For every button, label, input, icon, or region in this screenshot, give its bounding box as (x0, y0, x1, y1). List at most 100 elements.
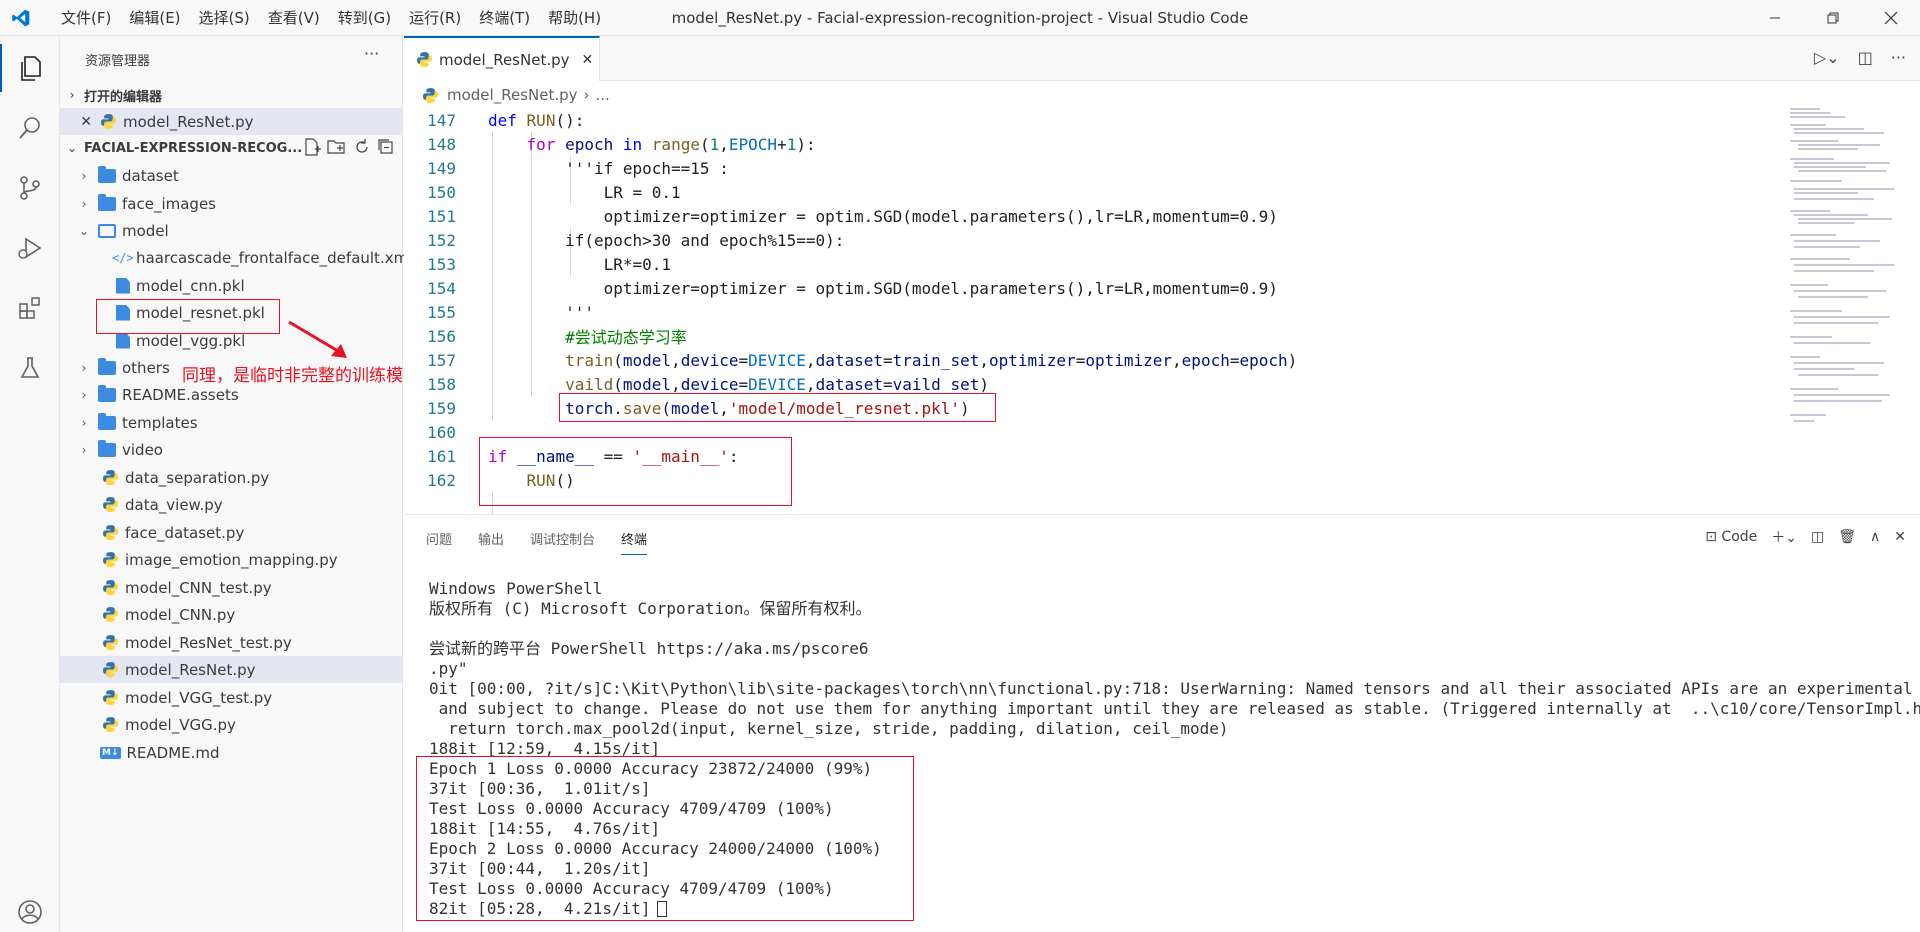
files-icon (21, 56, 41, 81)
tree-file-model-resnet-test[interactable]: model_ResNet_test.py (60, 629, 403, 656)
menu-selection[interactable]: 选择(S) (190, 0, 259, 36)
tab-output[interactable]: 输出 (478, 529, 504, 555)
close-panel-icon[interactable]: ✕ (1894, 529, 1906, 545)
breadcrumb-file[interactable]: model_ResNet.py (447, 86, 578, 104)
terminal-line: 版权所有 (C) Microsoft Corporation。保留所有权利。 (429, 599, 872, 618)
tree-file-haarcascade[interactable]: </> haarcascade_frontalface_default.xml (60, 244, 412, 271)
more-actions-icon[interactable]: ··· (364, 44, 379, 63)
close-tab-icon[interactable]: ✕ (582, 52, 594, 68)
folder-open-icon (98, 223, 116, 238)
accounts-activity[interactable] (0, 888, 60, 932)
run-debug-activity[interactable] (0, 224, 60, 272)
menu-help[interactable]: 帮助(H) (539, 0, 610, 36)
highlight-box-torch-save (559, 393, 996, 422)
tab-model-resnet[interactable]: model_ResNet.py ✕ (404, 36, 600, 81)
terminal-kind[interactable]: ⊡ Code (1705, 529, 1757, 545)
explorer-sidebar: 资源管理器 ··· › 打开的编辑器 ✕ model_ResNet.py ⌄ F… (60, 36, 412, 932)
close-icon[interactable]: ✕ (60, 114, 92, 130)
tab-problems[interactable]: 问题 (426, 529, 452, 555)
menu-terminal[interactable]: 终端(T) (470, 0, 539, 36)
chevron-right-icon: › (81, 196, 87, 211)
python-file-icon (101, 114, 116, 129)
chevron-right-icon: › (81, 387, 87, 402)
python-file-icon (103, 717, 118, 732)
chevron-down-icon: ⌄ (78, 223, 90, 238)
extensions-icon (19, 297, 40, 319)
python-file-icon (103, 662, 118, 677)
menu-go[interactable]: 转到(G) (329, 0, 400, 36)
split-editor-icon[interactable]: ◫ (1858, 48, 1873, 67)
python-file-icon (103, 580, 118, 595)
chevron-right-icon: › (81, 360, 87, 375)
more-actions-icon[interactable]: ··· (1891, 48, 1906, 67)
code-line: 153 LR*=0.1 (427, 254, 672, 274)
bottom-panel: 问题 输出 调试控制台 终端 ⊡ Code ＋⌄ ◫ 🗑 ∧ ✕ Windows… (404, 514, 1920, 932)
tree-file-model-cnn[interactable]: model_CNN.py (60, 601, 403, 628)
collapse-all-icon[interactable] (377, 138, 395, 156)
tab-debug-console[interactable]: 调试控制台 (530, 529, 595, 555)
tab-terminal[interactable]: 终端 (621, 529, 648, 555)
folder-icon (98, 357, 116, 375)
minimap[interactable] (1788, 106, 1906, 436)
tree-folder-templates[interactable]: › templates (60, 409, 403, 436)
testing-activity[interactable] (0, 344, 60, 392)
tree-folder-video[interactable]: › video (60, 436, 403, 463)
highlight-box-training-output (416, 756, 914, 921)
folder-icon (98, 165, 116, 183)
annotation-arrow-icon (288, 320, 347, 358)
code-line: 155 ''' (427, 302, 594, 322)
terminal-icon: ⊡ (1705, 529, 1717, 545)
open-editors-header[interactable]: › 打开的编辑器 (60, 82, 403, 108)
trash-icon[interactable]: 🗑 (1838, 529, 1856, 545)
tree-file-model-cnn-pkl[interactable]: model_cnn.pkl (60, 272, 403, 299)
tree-file-readme[interactable]: M↓ README.md (60, 739, 403, 766)
run-icon[interactable]: ▷⌄ (1814, 48, 1840, 67)
tree-file-image-emotion-mapping[interactable]: image_emotion_mapping.py (60, 546, 403, 573)
source-control-activity[interactable] (0, 164, 60, 212)
search-activity[interactable] (0, 104, 60, 152)
menu-view[interactable]: 查看(V) (259, 0, 329, 36)
python-file-icon (103, 470, 118, 485)
code-editor[interactable]: 147 def RUN(): 148 for epoch in range(1,E… (404, 108, 1920, 516)
new-folder-icon[interactable] (327, 138, 347, 156)
new-terminal-icon[interactable]: ＋⌄ (1771, 527, 1797, 547)
chevron-right-icon: › (81, 442, 87, 457)
breadcrumb-symbol[interactable]: ... (596, 86, 610, 104)
tree-folder-model[interactable]: ⌄ model (60, 217, 403, 244)
python-file-icon (103, 635, 118, 650)
restore-button[interactable] (1810, 0, 1856, 36)
tree-file-data-separation[interactable]: data_separation.py (60, 464, 403, 491)
tree-folder-dataset[interactable]: › dataset (60, 162, 403, 189)
close-window-button[interactable] (1868, 0, 1914, 36)
run-debug-icon (18, 237, 42, 259)
tree-file-model-vgg-test[interactable]: model_VGG_test.py (60, 684, 403, 711)
maximize-panel-icon[interactable]: ∧ (1870, 529, 1880, 545)
menu-file[interactable]: 文件(F) (52, 0, 120, 36)
code-line: 156 #尝试动态学习率 (427, 326, 687, 348)
explorer-activity[interactable] (0, 44, 60, 92)
code-line: 157 train(model,device=DEVICE,dataset=tr… (427, 350, 1298, 370)
tree-file-model-vgg[interactable]: model_VGG.py (60, 711, 403, 738)
menu-edit[interactable]: 编辑(E) (120, 0, 189, 36)
menu-run[interactable]: 运行(R) (400, 0, 470, 36)
project-header[interactable]: ⌄ FACIAL-EXPRESSION-RECOG... (60, 135, 403, 161)
tree-file-face-dataset[interactable]: face_dataset.py (60, 519, 403, 546)
extensions-activity[interactable] (0, 284, 60, 332)
title-bar: 文件(F) 编辑(E) 选择(S) 查看(V) 转到(G) 运行(R) 终端(T… (0, 0, 1920, 36)
search-icon (19, 117, 40, 139)
refresh-icon[interactable] (353, 138, 371, 156)
tree-file-model-cnn-test[interactable]: model_CNN_test.py (60, 574, 403, 601)
open-editor-item[interactable]: ✕ model_ResNet.py (60, 108, 403, 135)
code-line: 148 for epoch in range(1,EPOCH+1): (427, 134, 816, 154)
tree-file-model-resnet[interactable]: model_ResNet.py (60, 656, 403, 683)
minimize-button[interactable] (1752, 0, 1798, 36)
minimize-icon (1770, 17, 1780, 19)
folder-icon (98, 193, 116, 211)
new-file-icon[interactable] (303, 138, 321, 156)
tree-folder-face-images[interactable]: › face_images (60, 190, 403, 217)
python-file-icon (423, 87, 438, 103)
menu-bar: 文件(F) 编辑(E) 选择(S) 查看(V) 转到(G) 运行(R) 终端(T… (52, 0, 610, 36)
restore-icon (1827, 12, 1839, 24)
split-terminal-icon[interactable]: ◫ (1811, 529, 1824, 545)
tree-file-data-view[interactable]: data_view.py (60, 491, 403, 518)
